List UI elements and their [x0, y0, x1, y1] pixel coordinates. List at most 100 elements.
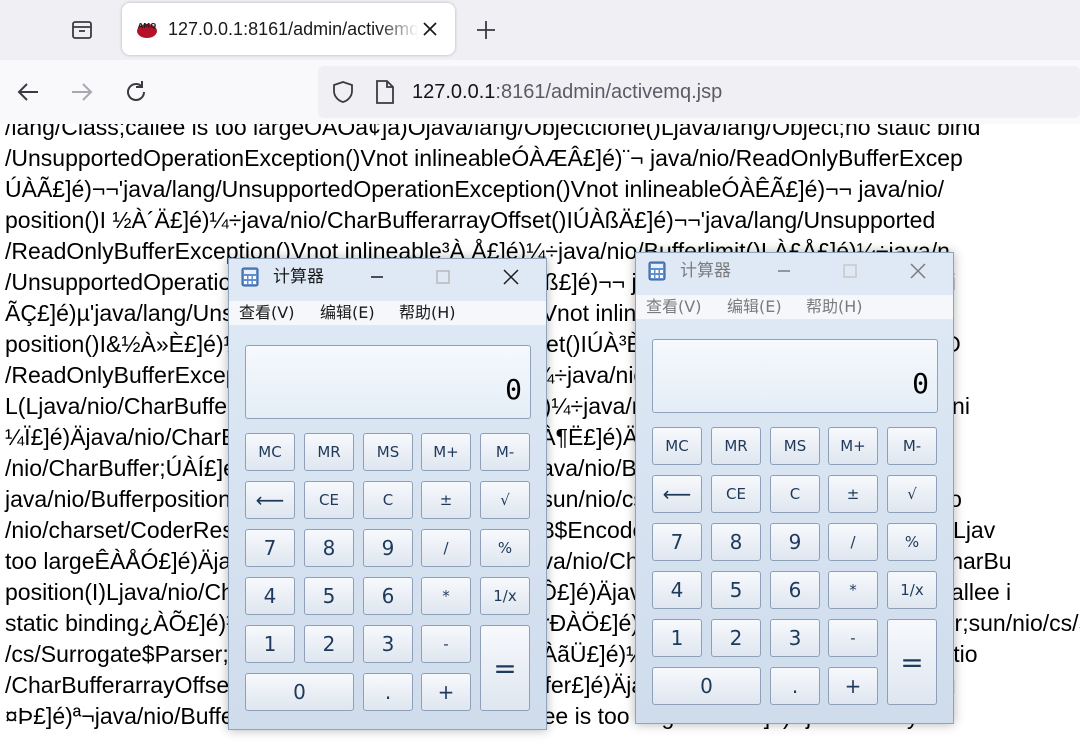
- menu-edit[interactable]: 编辑(E): [320, 303, 375, 323]
- menu-view[interactable]: 查看(V): [239, 303, 294, 323]
- dump-text-line: ÚÀÃ£]é)¬¬'java/lang/UnsupportedOperation…: [5, 176, 945, 202]
- minimize-icon[interactable]: [365, 265, 389, 289]
- reciprocal-button[interactable]: 1/x: [887, 571, 937, 609]
- close-icon[interactable]: [906, 259, 930, 283]
- calculator-body: 0 MC MR MS M+ M- ⟵ CE C ± √ 7 8 9 / % 4 …: [636, 321, 953, 723]
- percent-button[interactable]: %: [887, 523, 937, 561]
- digit-7-button[interactable]: 7: [652, 523, 702, 561]
- digit-1-button[interactable]: 1: [245, 625, 295, 663]
- backspace-button[interactable]: ⟵: [652, 475, 702, 513]
- maximize-icon[interactable]: [431, 265, 455, 289]
- menu-help[interactable]: 帮助(H): [399, 303, 456, 323]
- digit-0-button[interactable]: 0: [245, 673, 354, 711]
- backspace-button[interactable]: ⟵: [245, 481, 295, 519]
- menu-help[interactable]: 帮助(H): [806, 297, 863, 317]
- clear-button[interactable]: C: [770, 475, 820, 513]
- divide-button[interactable]: /: [828, 523, 878, 561]
- plus-button[interactable]: +: [828, 667, 878, 705]
- close-icon[interactable]: [499, 265, 523, 289]
- minus-button[interactable]: -: [421, 625, 471, 663]
- calculator-title-bar[interactable]: 计算器: [636, 253, 953, 289]
- digit-9-button[interactable]: 9: [363, 529, 413, 567]
- ce-button[interactable]: CE: [711, 475, 761, 513]
- calculator-window[interactable]: 计算器 查看(V) 编辑(E) 帮助(H) 0 MC MR MS M+ M- ⟵…: [635, 252, 954, 724]
- digit-3-button[interactable]: 3: [363, 625, 413, 663]
- calculator-display: 0: [245, 345, 531, 419]
- m-plus-button[interactable]: M+: [828, 427, 878, 465]
- url-bar[interactable]: 127.0.0.1:8161/admin/activemq.jsp: [318, 66, 1080, 118]
- digit-2-button[interactable]: 2: [711, 619, 761, 657]
- m-minus-button[interactable]: M-: [887, 427, 937, 465]
- ms-button[interactable]: MS: [770, 427, 820, 465]
- percent-button[interactable]: %: [480, 529, 530, 567]
- calculator-body: 0 MC MR MS M+ M- ⟵ CE C ± √ 7 8 9 / % 4 …: [229, 327, 546, 729]
- equals-button[interactable]: =: [887, 619, 937, 705]
- minimize-icon[interactable]: [772, 259, 796, 283]
- mr-button[interactable]: MR: [711, 427, 761, 465]
- clear-button[interactable]: C: [363, 481, 413, 519]
- display-value: 0: [505, 373, 522, 406]
- sqrt-button[interactable]: √: [887, 475, 937, 513]
- calculator-app-icon: [241, 267, 259, 287]
- plus-minus-button[interactable]: ±: [828, 475, 878, 513]
- tab-activemq[interactable]: AMQ 127.0.0.1:8161/admin/activemq.jsp: [122, 3, 455, 55]
- menu-view[interactable]: 查看(V): [646, 297, 701, 317]
- multiply-button[interactable]: *: [421, 577, 471, 615]
- dump-text-line: /UnsupportedOperationException()Vnot inl…: [5, 145, 963, 171]
- decimal-point-button[interactable]: .: [770, 667, 820, 705]
- minus-button[interactable]: -: [828, 619, 878, 657]
- tab-close-icon[interactable]: [420, 19, 440, 39]
- mc-button[interactable]: MC: [245, 433, 295, 471]
- forward-arrow-icon[interactable]: [68, 78, 96, 106]
- favicon-text: AMQ: [138, 22, 156, 30]
- digit-1-button[interactable]: 1: [652, 619, 702, 657]
- display-value: 0: [912, 367, 929, 400]
- plus-minus-button[interactable]: ±: [421, 481, 471, 519]
- digit-2-button[interactable]: 2: [304, 625, 354, 663]
- decimal-point-button[interactable]: .: [363, 673, 413, 711]
- digit-9-button[interactable]: 9: [770, 523, 820, 561]
- m-minus-button[interactable]: M-: [480, 433, 530, 471]
- digit-3-button[interactable]: 3: [770, 619, 820, 657]
- digit-4-button[interactable]: 4: [652, 571, 702, 609]
- reciprocal-button[interactable]: 1/x: [480, 577, 530, 615]
- digit-4-button[interactable]: 4: [245, 577, 295, 615]
- mc-button[interactable]: MC: [652, 427, 702, 465]
- calculator-title-bar[interactable]: 计算器: [229, 259, 546, 295]
- equals-button[interactable]: =: [480, 625, 530, 711]
- back-arrow-icon[interactable]: [14, 78, 42, 106]
- navigation-bar: 127.0.0.1:8161/admin/activemq.jsp: [0, 60, 1080, 124]
- plus-button[interactable]: +: [421, 673, 471, 711]
- multiply-button[interactable]: *: [828, 571, 878, 609]
- sqrt-button[interactable]: √: [480, 481, 530, 519]
- ms-button[interactable]: MS: [363, 433, 413, 471]
- url-path: :8161/admin/activemq.jsp: [495, 81, 723, 103]
- ce-button[interactable]: CE: [304, 481, 354, 519]
- digit-8-button[interactable]: 8: [304, 529, 354, 567]
- page-info-icon[interactable]: [374, 79, 396, 105]
- digit-5-button[interactable]: 5: [304, 577, 354, 615]
- new-tab-plus-icon[interactable]: [472, 16, 500, 44]
- m-plus-button[interactable]: M+: [421, 433, 471, 471]
- calculator-window[interactable]: 计算器 查看(V) 编辑(E) 帮助(H) 0 MC MR MS M+ M- ⟵…: [228, 258, 547, 730]
- digit-7-button[interactable]: 7: [245, 529, 295, 567]
- menu-edit[interactable]: 编辑(E): [727, 297, 782, 317]
- tab-title: 127.0.0.1:8161/admin/activemq.jsp: [168, 17, 418, 41]
- digit-8-button[interactable]: 8: [711, 523, 761, 561]
- digit-6-button[interactable]: 6: [770, 571, 820, 609]
- url-text[interactable]: 127.0.0.1:8161/admin/activemq.jsp: [412, 80, 722, 104]
- tab-list-icon: [72, 21, 92, 39]
- calculator-display: 0: [652, 339, 938, 413]
- calculator-title: 计算器: [680, 261, 731, 281]
- maximize-icon[interactable]: [838, 259, 862, 283]
- divide-button[interactable]: /: [421, 529, 471, 567]
- digit-0-button[interactable]: 0: [652, 667, 761, 705]
- digit-5-button[interactable]: 5: [711, 571, 761, 609]
- url-host: 127.0.0.1: [412, 81, 496, 103]
- shield-icon[interactable]: [330, 79, 356, 105]
- tab-list-button[interactable]: [62, 12, 102, 48]
- mr-button[interactable]: MR: [304, 433, 354, 471]
- digit-6-button[interactable]: 6: [363, 577, 413, 615]
- dump-text-line: position()I ½À´Ä£]é)¼÷java/nio/CharBuffe…: [5, 207, 936, 233]
- reload-icon[interactable]: [122, 78, 150, 106]
